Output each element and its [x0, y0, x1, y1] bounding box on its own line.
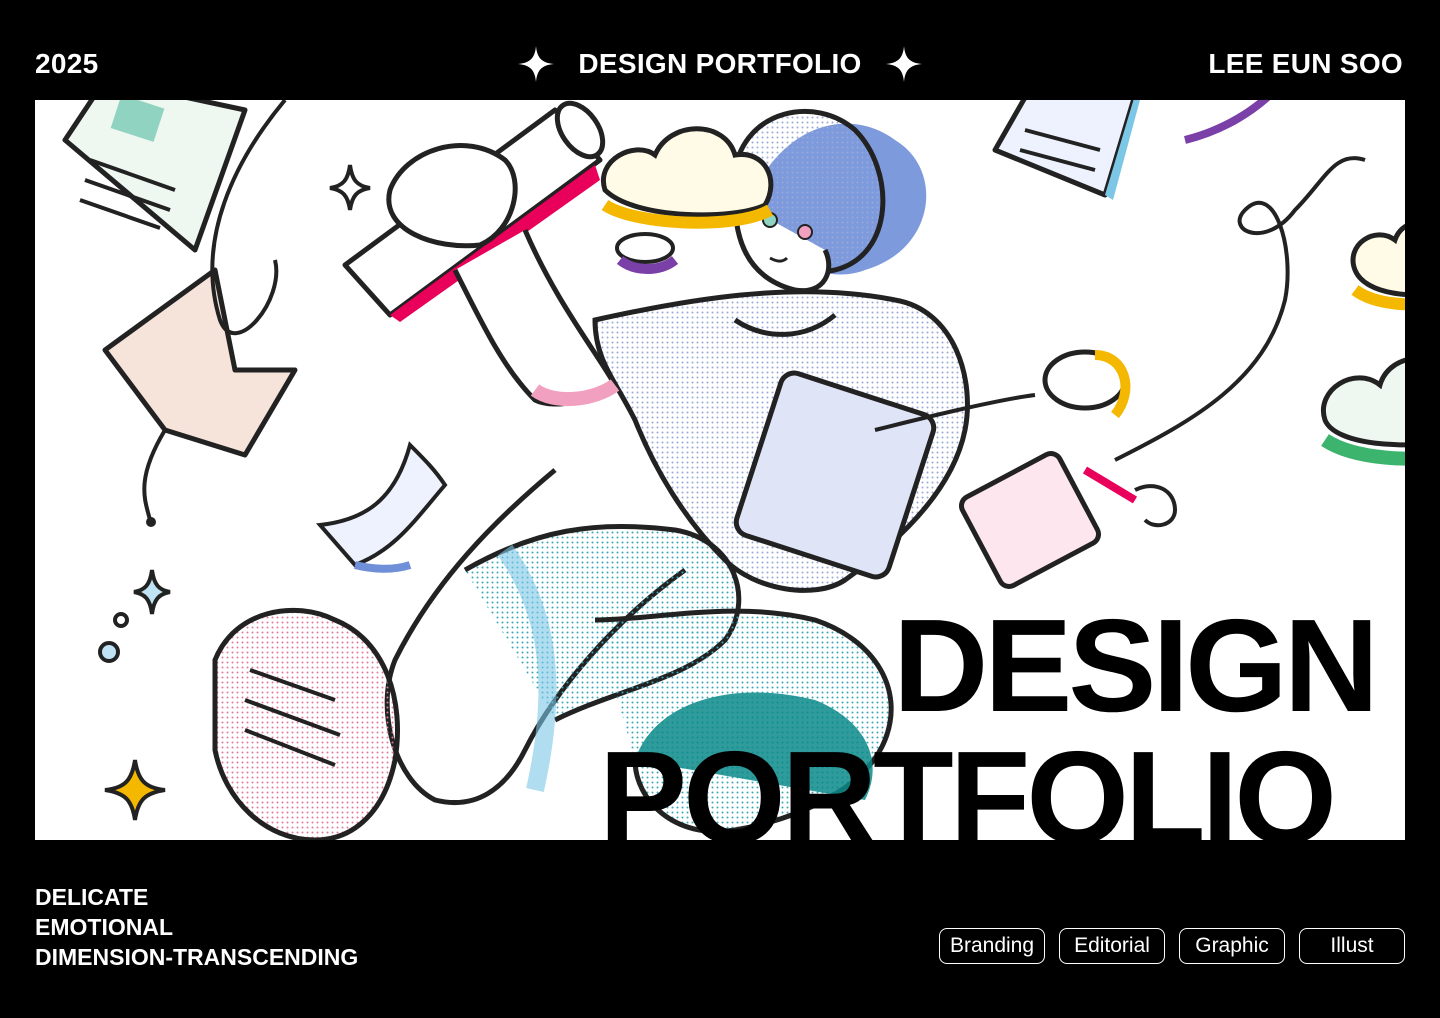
- tag-editorial[interactable]: Editorial: [1059, 928, 1165, 964]
- sparkle-icon: [885, 46, 922, 82]
- author-name: LEE EUN SOO: [1208, 48, 1403, 79]
- trait-item: DIMENSION-TRANSCENDING: [35, 944, 359, 970]
- tag-graphic[interactable]: Graphic: [1179, 928, 1285, 964]
- cloud-icon: [1350, 224, 1405, 311]
- trait-list: DELICATE EMOTIONAL DIMENSION-TRANSCENDIN…: [35, 882, 358, 972]
- trait-item: EMOTIONAL: [35, 914, 173, 940]
- tag-branding[interactable]: Branding: [939, 928, 1045, 964]
- cloud-icon: [1320, 357, 1405, 466]
- document-icon: [992, 100, 1140, 200]
- sparkle-icon: [518, 46, 555, 82]
- tablet-device-icon: [958, 451, 1178, 589]
- illustration-artwork: [62, 100, 1405, 840]
- header-title-text: DESIGN PORTFOLIO: [578, 48, 862, 79]
- category-tags: Branding Editorial Graphic Illust: [939, 928, 1405, 964]
- tag-illust[interactable]: Illust: [1299, 928, 1405, 964]
- trait-item: DELICATE: [35, 884, 149, 910]
- cover-illustration: DESIGN PORTFOLIO: [35, 100, 1405, 840]
- character-figure: [212, 108, 970, 840]
